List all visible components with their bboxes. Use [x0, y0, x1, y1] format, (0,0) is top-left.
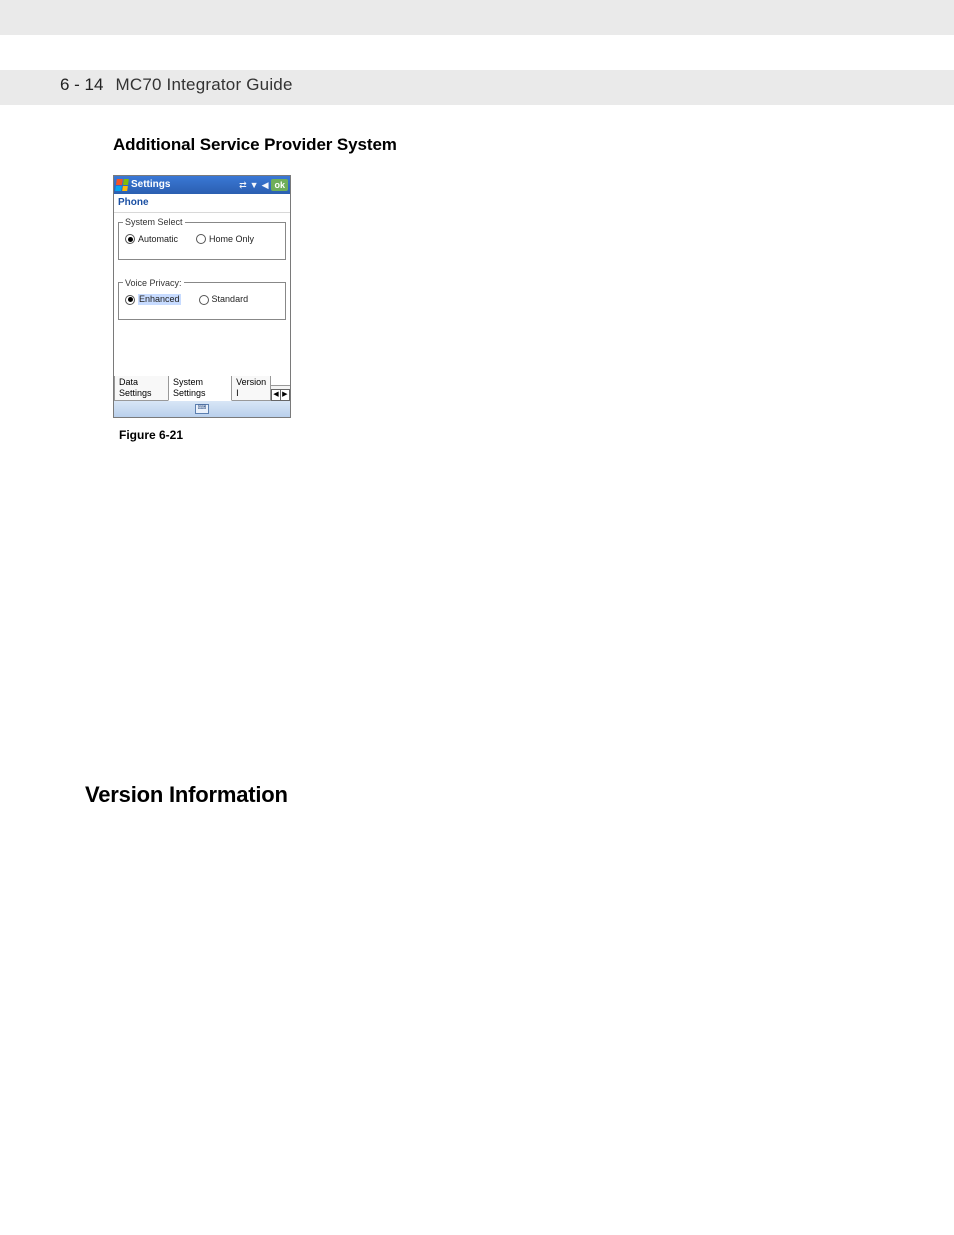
radio-home-only-label: Home Only	[209, 234, 254, 245]
ok-button[interactable]: ok	[271, 179, 288, 191]
radio-standard[interactable]	[199, 295, 209, 305]
tab-scroll-right[interactable]: ▶	[281, 389, 290, 401]
figure-caption: Figure 6-21	[119, 428, 840, 442]
group-voice-privacy-legend: Voice Privacy:	[123, 278, 184, 289]
group-system-select-legend: System Select	[123, 217, 185, 228]
radio-enhanced-label: Enhanced	[138, 294, 181, 305]
group-voice-privacy: Voice Privacy: Enhanced Standard	[118, 278, 286, 321]
status-icons: ⇄ ▼ ◀	[239, 180, 268, 191]
connectivity-icon: ⇄	[239, 180, 247, 191]
sip-bar: ⌨	[114, 401, 290, 417]
screenshot-phone-settings: Settings ⇄ ▼ ◀ ok Phone System Select Au…	[113, 175, 291, 418]
radio-standard-label: Standard	[212, 294, 249, 305]
section-heading-additional-service: Additional Service Provider System	[113, 135, 840, 155]
radio-home-only[interactable]	[196, 234, 206, 244]
tab-data-settings[interactable]: Data Settings	[114, 376, 169, 401]
tab-strip: Data Settings System Settings Version I …	[114, 385, 290, 401]
tab-scroll-left[interactable]: ◀	[271, 389, 281, 401]
group-system-select: System Select Automatic Home Only	[118, 217, 286, 260]
tab-version[interactable]: Version I	[231, 376, 271, 401]
applet-title: Phone	[114, 194, 290, 213]
guide-title: MC70 Integrator Guide	[115, 75, 292, 95]
radio-automatic[interactable]	[125, 234, 135, 244]
window-titlebar: Settings ⇄ ▼ ◀ ok	[114, 176, 290, 194]
radio-enhanced[interactable]	[125, 295, 135, 305]
window-title: Settings	[131, 179, 170, 191]
page-number: 6 - 14	[60, 75, 103, 95]
volume-icon: ◀	[262, 180, 269, 191]
tab-system-settings[interactable]: System Settings	[168, 376, 232, 401]
signal-icon: ▼	[250, 180, 259, 191]
radio-automatic-label: Automatic	[138, 234, 178, 245]
start-flag-icon[interactable]	[115, 179, 129, 191]
section-heading-version-information: Version Information	[85, 782, 840, 808]
keyboard-icon[interactable]: ⌨	[195, 404, 209, 414]
